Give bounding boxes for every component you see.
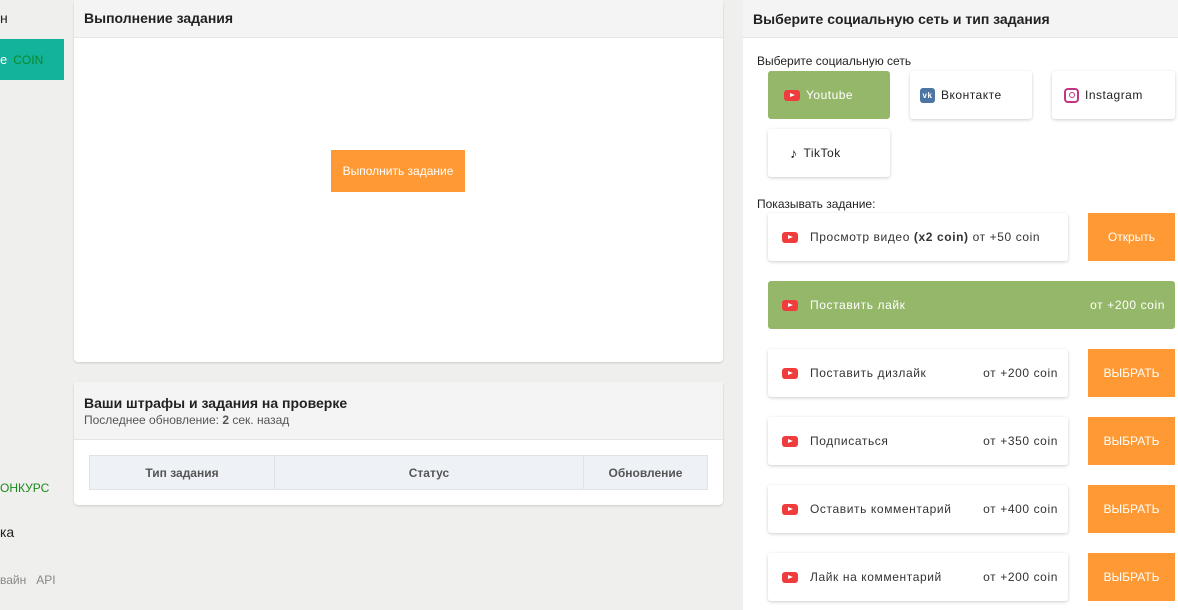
network-vk[interactable]: vk Вконтакте xyxy=(910,71,1032,119)
task-view-video[interactable]: Просмотр видео (x2 coin) от +50 coin xyxy=(768,213,1068,261)
sidebar-contest-link[interactable]: ОНКУРС xyxy=(0,481,49,495)
network-panel-title: Выберите социальную сеть и тип задания xyxy=(743,0,1178,38)
fines-panel: Ваши штрафы и задания на проверке Послед… xyxy=(74,382,723,505)
select-button[interactable]: ВЫБРАТЬ xyxy=(1088,553,1175,601)
execution-panel: Выполнение задания Выполнить задание xyxy=(74,0,723,362)
youtube-icon xyxy=(782,435,798,447)
last-update: Последнее обновление: 2 сек. назад xyxy=(84,413,290,427)
task-like-comment[interactable]: Лайк на комментарий от +200 coin xyxy=(768,553,1068,601)
footer-link-api[interactable]: API xyxy=(36,573,55,587)
col-status[interactable]: Статус xyxy=(274,455,584,490)
network-label: Выберите социальную сеть xyxy=(757,54,912,68)
sidebar-item[interactable]: ка xyxy=(0,524,14,540)
task-subscribe[interactable]: Подписаться от +350 coin xyxy=(768,417,1068,465)
task-like[interactable]: Поставить лайк от +200 coin xyxy=(768,281,1175,329)
coin-label: COIN xyxy=(13,53,44,67)
network-youtube[interactable]: Youtube xyxy=(768,71,890,119)
execution-title: Выполнение задания xyxy=(74,0,723,38)
youtube-icon xyxy=(784,89,800,101)
youtube-icon xyxy=(782,571,798,583)
col-updated[interactable]: Обновление xyxy=(583,455,708,490)
youtube-icon xyxy=(782,231,798,243)
footer-link[interactable]: вайн xyxy=(0,573,26,587)
youtube-icon xyxy=(782,367,798,379)
execute-task-button[interactable]: Выполнить задание xyxy=(331,150,465,192)
youtube-icon xyxy=(782,503,798,515)
network-tiktok[interactable]: ♪ TikTok xyxy=(768,129,890,177)
task-comment[interactable]: Оставить комментарий от +400 coin xyxy=(768,485,1068,533)
fines-title: Ваши штрафы и задания на проверке xyxy=(84,395,348,411)
youtube-icon xyxy=(782,299,798,311)
fines-table: Тип задания Статус Обновление xyxy=(89,455,708,490)
coin-prefix: е xyxy=(0,52,8,67)
vk-icon: vk xyxy=(920,87,935,103)
network-instagram[interactable]: Instagram xyxy=(1052,71,1175,119)
tasks-label: Показывать задание: xyxy=(757,197,876,211)
task-dislike[interactable]: Поставить дизлайк от +200 coin xyxy=(768,349,1068,397)
tiktok-icon: ♪ xyxy=(790,145,798,161)
col-task-type[interactable]: Тип задания xyxy=(89,455,275,490)
sidebar-footer: вайн API xyxy=(0,573,66,587)
select-button[interactable]: ВЫБРАТЬ xyxy=(1088,485,1175,533)
coin-button[interactable]: е COIN xyxy=(0,39,64,80)
select-button[interactable]: ВЫБРАТЬ xyxy=(1088,349,1175,397)
instagram-icon xyxy=(1064,87,1079,103)
sidebar-fragment: н xyxy=(0,10,8,26)
open-button[interactable]: Открыть xyxy=(1088,213,1175,261)
network-panel: Выберите социальную сеть и тип задания В… xyxy=(743,0,1178,610)
select-button[interactable]: ВЫБРАТЬ xyxy=(1088,417,1175,465)
